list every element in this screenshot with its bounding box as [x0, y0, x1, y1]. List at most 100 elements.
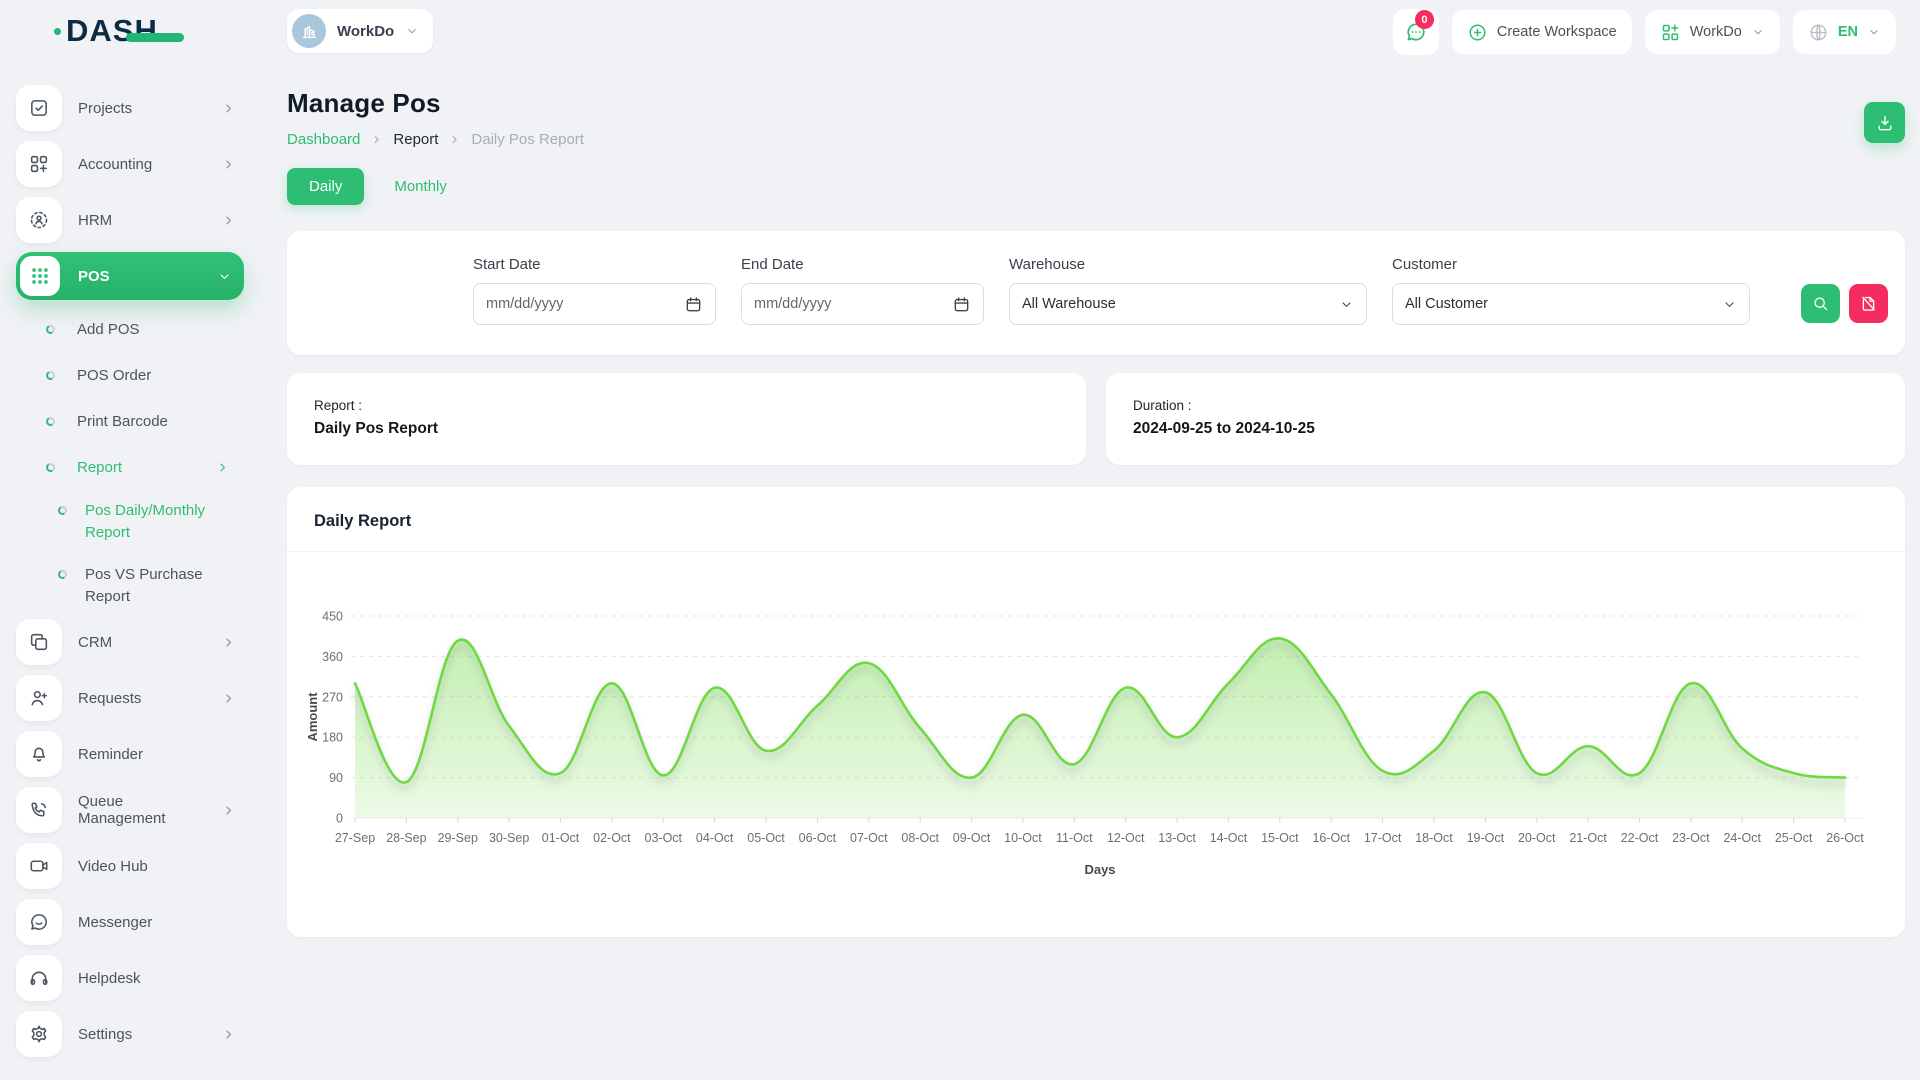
calendar-icon[interactable]	[952, 295, 971, 314]
create-workspace-button[interactable]: Create Workspace	[1452, 10, 1632, 54]
end-date-input-wrap	[741, 283, 984, 325]
bullet-icon	[45, 369, 56, 380]
svg-text:04-Oct: 04-Oct	[696, 831, 734, 845]
filter-actions	[1801, 284, 1888, 325]
headphones-icon	[28, 967, 50, 989]
bullet-icon	[45, 323, 56, 334]
sidebar-item-label: POS Order	[77, 367, 230, 384]
svg-text:18-Oct: 18-Oct	[1415, 831, 1453, 845]
svg-text:17-Oct: 17-Oct	[1364, 831, 1402, 845]
person-circle-icon	[28, 209, 50, 231]
sidebar-item-label: Print Barcode	[77, 413, 230, 430]
sidebar-item-label: Pos Daily/Monthly Report	[85, 500, 237, 544]
file-slash-icon	[1859, 294, 1878, 313]
sidebar-item-reminder[interactable]: Reminder	[16, 730, 244, 778]
customer-select[interactable]: All Customer	[1392, 283, 1750, 325]
person-circle-icon-tile	[16, 197, 62, 243]
sidebar-item-accounting[interactable]: Accounting	[16, 140, 244, 188]
breadcrumb: Dashboard Report Daily Pos Report	[287, 131, 584, 148]
bullet-icon	[57, 505, 68, 516]
sidebar-item-settings[interactable]: Settings	[16, 1010, 244, 1058]
start-date-input[interactable]	[486, 296, 656, 312]
download-button[interactable]	[1864, 102, 1905, 143]
search-button[interactable]	[1801, 284, 1840, 323]
svg-text:14-Oct: 14-Oct	[1210, 831, 1248, 845]
checkbox-icon	[28, 97, 50, 119]
svg-text:10-Oct: 10-Oct	[1004, 831, 1042, 845]
workspace-menu-button[interactable]: WorkDo	[1645, 10, 1780, 54]
sidebar-item-pos[interactable]: POS	[16, 252, 244, 300]
sidebar-item-print-barcode[interactable]: Print Barcode	[16, 398, 244, 444]
chevron-right-icon	[221, 1027, 236, 1042]
svg-text:07-Oct: 07-Oct	[850, 831, 888, 845]
user-plus-icon-tile	[16, 675, 62, 721]
sidebar-item-report[interactable]: Report	[16, 444, 244, 490]
chevron-down-icon	[1751, 25, 1765, 39]
tab-monthly[interactable]: Monthly	[378, 168, 463, 205]
start-date-label: Start Date	[473, 256, 716, 273]
sidebar-item-label: Reminder	[78, 746, 236, 763]
sidebar-item-label: Accounting	[78, 156, 205, 173]
sidebar-item-video-hub[interactable]: Video Hub	[16, 842, 244, 890]
daily-report-chart: 09018027036045027-Sep28-Sep29-Sep30-Sep0…	[287, 556, 1905, 886]
language-selector[interactable]: EN	[1793, 10, 1896, 54]
messages-button[interactable]: 0	[1393, 9, 1439, 55]
cards-icon	[28, 631, 50, 653]
report-value: Daily Pos Report	[314, 420, 1059, 438]
sidebar-item-add-pos[interactable]: Add POS	[16, 306, 244, 352]
svg-text:Amount: Amount	[305, 692, 320, 742]
svg-text:21-Oct: 21-Oct	[1569, 831, 1607, 845]
svg-text:05-Oct: 05-Oct	[747, 831, 785, 845]
headphones-icon-tile	[16, 955, 62, 1001]
video-camera-icon	[28, 855, 50, 877]
svg-text:360: 360	[322, 650, 343, 664]
chart-title: Daily Report	[314, 512, 1878, 531]
tab-daily[interactable]: Daily	[287, 168, 364, 205]
warehouse-label: Warehouse	[1009, 256, 1367, 273]
reset-filter-button[interactable]	[1849, 284, 1888, 323]
chevron-right-icon	[221, 691, 236, 706]
sidebar-item-helpdesk[interactable]: Helpdesk	[16, 954, 244, 1002]
warehouse-field: Warehouse All Warehouse	[1009, 256, 1367, 325]
chevron-down-icon	[1339, 297, 1354, 312]
end-date-input[interactable]	[754, 296, 924, 312]
customer-selected-value: All Customer	[1405, 296, 1488, 312]
start-date-input-wrap	[473, 283, 716, 325]
sidebar-item-label: Requests	[78, 690, 205, 707]
duration-summary-card: Duration : 2024-09-25 to 2024-10-25	[1106, 373, 1905, 465]
grid-squares-icon-tile	[16, 141, 62, 187]
logo-dash-bar	[126, 33, 184, 42]
bullet-icon	[45, 415, 56, 426]
chevron-down-icon	[217, 269, 232, 284]
logo-dot	[54, 28, 61, 35]
duration-value: 2024-09-25 to 2024-10-25	[1133, 420, 1878, 438]
svg-text:13-Oct: 13-Oct	[1158, 831, 1196, 845]
bell-icon	[28, 743, 50, 765]
workspace-menu-label: WorkDo	[1690, 24, 1742, 40]
workspace-selector[interactable]: WorkDo	[287, 9, 433, 53]
dots-grid-icon	[29, 265, 51, 287]
warehouse-select[interactable]: All Warehouse	[1009, 283, 1367, 325]
sidebar-item-pos-order[interactable]: POS Order	[16, 352, 244, 398]
checkbox-icon-tile	[16, 85, 62, 131]
svg-text:08-Oct: 08-Oct	[901, 831, 939, 845]
calendar-icon[interactable]	[684, 295, 703, 314]
svg-text:90: 90	[329, 771, 343, 785]
sidebar-item-queue-management[interactable]: Queue Management	[16, 786, 244, 834]
sidebar-item-messenger[interactable]: Messenger	[16, 898, 244, 946]
sidebar-item-projects[interactable]: Projects	[16, 84, 244, 132]
breadcrumb-dashboard[interactable]: Dashboard	[287, 131, 360, 148]
warehouse-selected-value: All Warehouse	[1022, 296, 1116, 312]
search-icon	[1811, 294, 1830, 313]
sidebar-item-requests[interactable]: Requests	[16, 674, 244, 722]
chart-header: Daily Report	[287, 487, 1905, 552]
create-workspace-label: Create Workspace	[1497, 24, 1617, 40]
workspace-avatar	[292, 14, 326, 48]
logo-text: DASH	[66, 13, 158, 49]
sidebar-item-pos-vs-purchase-report[interactable]: Pos VS Purchase Report	[16, 554, 244, 618]
sidebar-item-crm[interactable]: CRM	[16, 618, 244, 666]
sidebar-item-pos-daily-monthly-report[interactable]: Pos Daily/Monthly Report	[16, 490, 244, 554]
app-logo[interactable]: DASH	[54, 13, 158, 49]
sidebar-item-hrm[interactable]: HRM	[16, 196, 244, 244]
dots-grid-icon-tile	[20, 256, 60, 296]
